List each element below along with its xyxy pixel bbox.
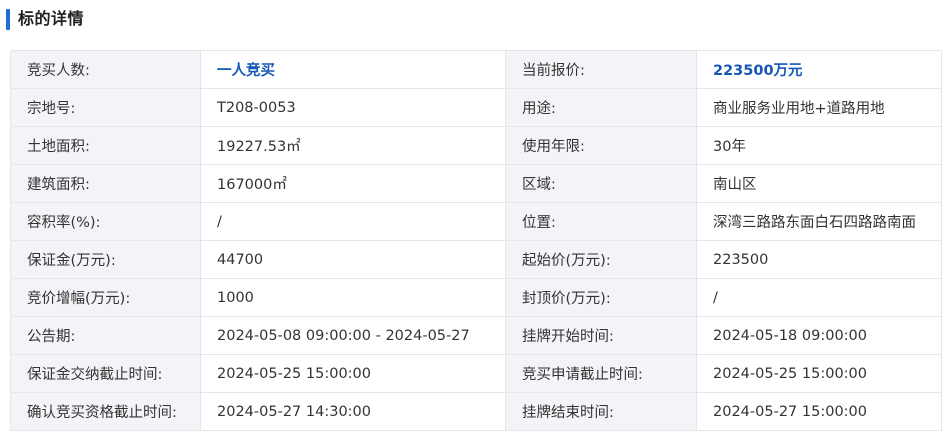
value-location: 深湾三路路东面白石四路路南面 xyxy=(696,202,942,241)
value-listing-end: 2024-05-27 15:00:00 xyxy=(696,392,942,431)
value-parcel-number: T208-0053 xyxy=(200,88,506,127)
label-district: 区域: xyxy=(505,164,697,203)
table-row: 宗地号: T208-0053 用途: 商业服务业用地+道路用地 xyxy=(10,88,942,127)
value-announcement-period: 2024-05-08 09:00:00 - 2024-05-27 xyxy=(200,316,506,355)
label-plot-ratio: 容积率(%): xyxy=(10,202,201,241)
value-building-area: 167000㎡ xyxy=(200,164,506,203)
label-deposit: 保证金(万元): xyxy=(10,240,201,279)
label-announcement-period: 公告期: xyxy=(10,316,201,355)
label-parcel-number: 宗地号: xyxy=(10,88,201,127)
label-starting-price: 起始价(万元): xyxy=(505,240,697,279)
label-bidder-count: 竞买人数: xyxy=(10,50,201,89)
label-usage: 用途: xyxy=(505,88,697,127)
table-row: 建筑面积: 167000㎡ 区域: 南山区 xyxy=(10,164,942,203)
table-row: 竞买人数: 一人竞买 当前报价: 223500万元 xyxy=(10,50,942,89)
value-term-years: 30年 xyxy=(696,126,942,165)
value-current-price: 223500万元 xyxy=(696,50,942,89)
label-cap-price: 封顶价(万元): xyxy=(505,278,697,317)
label-listing-start: 挂牌开始时间: xyxy=(505,316,697,355)
table-row: 公告期: 2024-05-08 09:00:00 - 2024-05-27 挂牌… xyxy=(10,316,942,355)
label-listing-end: 挂牌结束时间: xyxy=(505,392,697,431)
value-application-deadline: 2024-05-25 15:00:00 xyxy=(696,354,942,393)
value-qualification-deadline: 2024-05-27 14:30:00 xyxy=(200,392,506,431)
value-usage: 商业服务业用地+道路用地 xyxy=(696,88,942,127)
value-land-area: 19227.53㎡ xyxy=(200,126,506,165)
table-row: 保证金交纳截止时间: 2024-05-25 15:00:00 竞买申请截止时间:… xyxy=(10,354,942,393)
table-row: 确认竞买资格截止时间: 2024-05-27 14:30:00 挂牌结束时间: … xyxy=(10,392,942,431)
label-application-deadline: 竞买申请截止时间: xyxy=(505,354,697,393)
value-cap-price: / xyxy=(696,278,942,317)
value-deposit-deadline: 2024-05-25 15:00:00 xyxy=(200,354,506,393)
label-term-years: 使用年限: xyxy=(505,126,697,165)
value-bidder-count: 一人竞买 xyxy=(200,50,506,89)
label-deposit-deadline: 保证金交纳截止时间: xyxy=(10,354,201,393)
section-title: 标的详情 xyxy=(18,9,85,28)
label-location: 位置: xyxy=(505,202,697,241)
label-bid-increment: 竞价增幅(万元): xyxy=(10,278,201,317)
value-deposit: 44700 xyxy=(200,240,506,279)
label-building-area: 建筑面积: xyxy=(10,164,201,203)
section-header: 标的详情 xyxy=(0,0,942,40)
section-accent-bar xyxy=(6,9,10,30)
table-row: 竞价增幅(万元): 1000 封顶价(万元): / xyxy=(10,278,942,317)
label-qualification-deadline: 确认竞买资格截止时间: xyxy=(10,392,201,431)
value-listing-start: 2024-05-18 09:00:00 xyxy=(696,316,942,355)
value-plot-ratio: / xyxy=(200,202,506,241)
table-row: 土地面积: 19227.53㎡ 使用年限: 30年 xyxy=(10,126,942,165)
label-current-price: 当前报价: xyxy=(505,50,697,89)
detail-table: 竞买人数: 一人竞买 当前报价: 223500万元 宗地号: T208-0053… xyxy=(10,50,942,431)
value-district: 南山区 xyxy=(696,164,942,203)
value-starting-price: 223500 xyxy=(696,240,942,279)
value-bid-increment: 1000 xyxy=(200,278,506,317)
label-land-area: 土地面积: xyxy=(10,126,201,165)
table-row: 保证金(万元): 44700 起始价(万元): 223500 xyxy=(10,240,942,279)
table-row: 容积率(%): / 位置: 深湾三路路东面白石四路路南面 xyxy=(10,202,942,241)
